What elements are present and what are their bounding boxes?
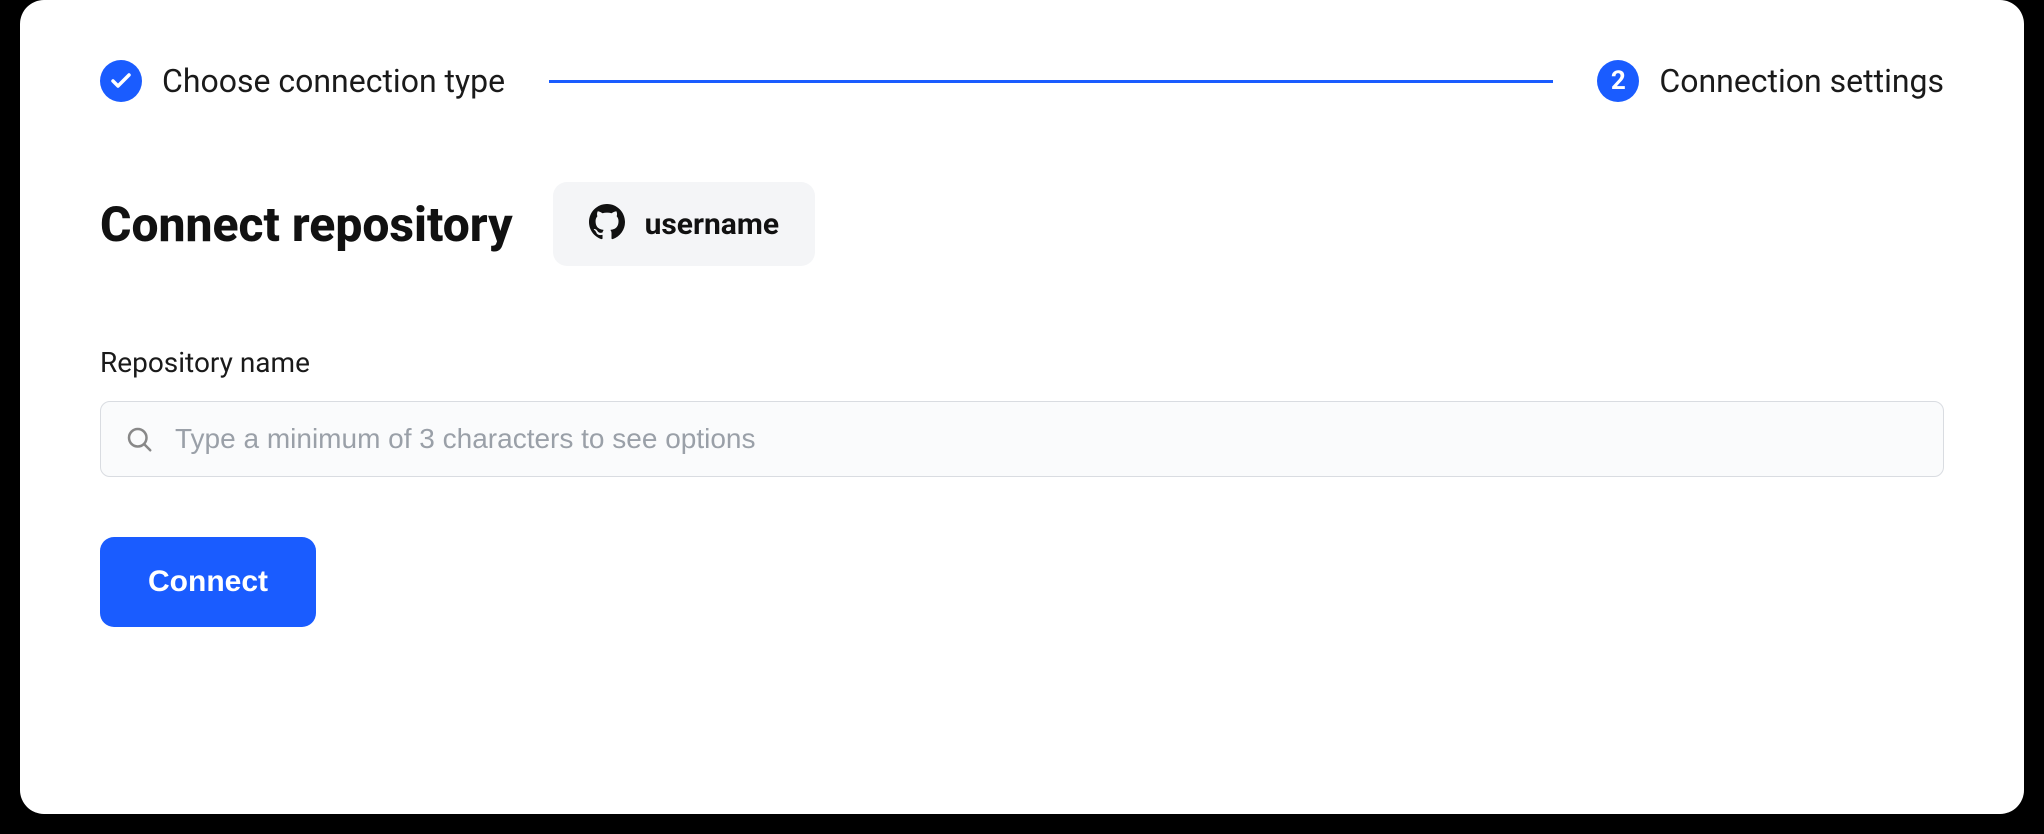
repository-search-input[interactable] bbox=[100, 401, 1944, 477]
page-title: Connect repository bbox=[100, 196, 513, 253]
connect-button[interactable]: Connect bbox=[100, 537, 316, 627]
username-label: username bbox=[645, 207, 779, 242]
step-connection-settings[interactable]: 2 Connection settings bbox=[1597, 60, 1944, 102]
github-icon bbox=[589, 204, 625, 244]
step-connector bbox=[549, 80, 1553, 83]
connect-repository-card: Choose connection type 2 Connection sett… bbox=[20, 0, 2024, 814]
step-label: Connection settings bbox=[1659, 62, 1944, 100]
check-icon bbox=[100, 60, 142, 102]
step-number-badge: 2 bbox=[1597, 60, 1639, 102]
repository-search-wrapper bbox=[100, 401, 1944, 477]
repository-name-label: Repository name bbox=[100, 346, 1944, 379]
github-user-badge[interactable]: username bbox=[553, 182, 815, 266]
step-choose-connection-type[interactable]: Choose connection type bbox=[100, 60, 505, 102]
step-label: Choose connection type bbox=[162, 62, 505, 100]
stepper: Choose connection type 2 Connection sett… bbox=[100, 60, 1944, 102]
header-row: Connect repository username bbox=[100, 182, 1944, 266]
